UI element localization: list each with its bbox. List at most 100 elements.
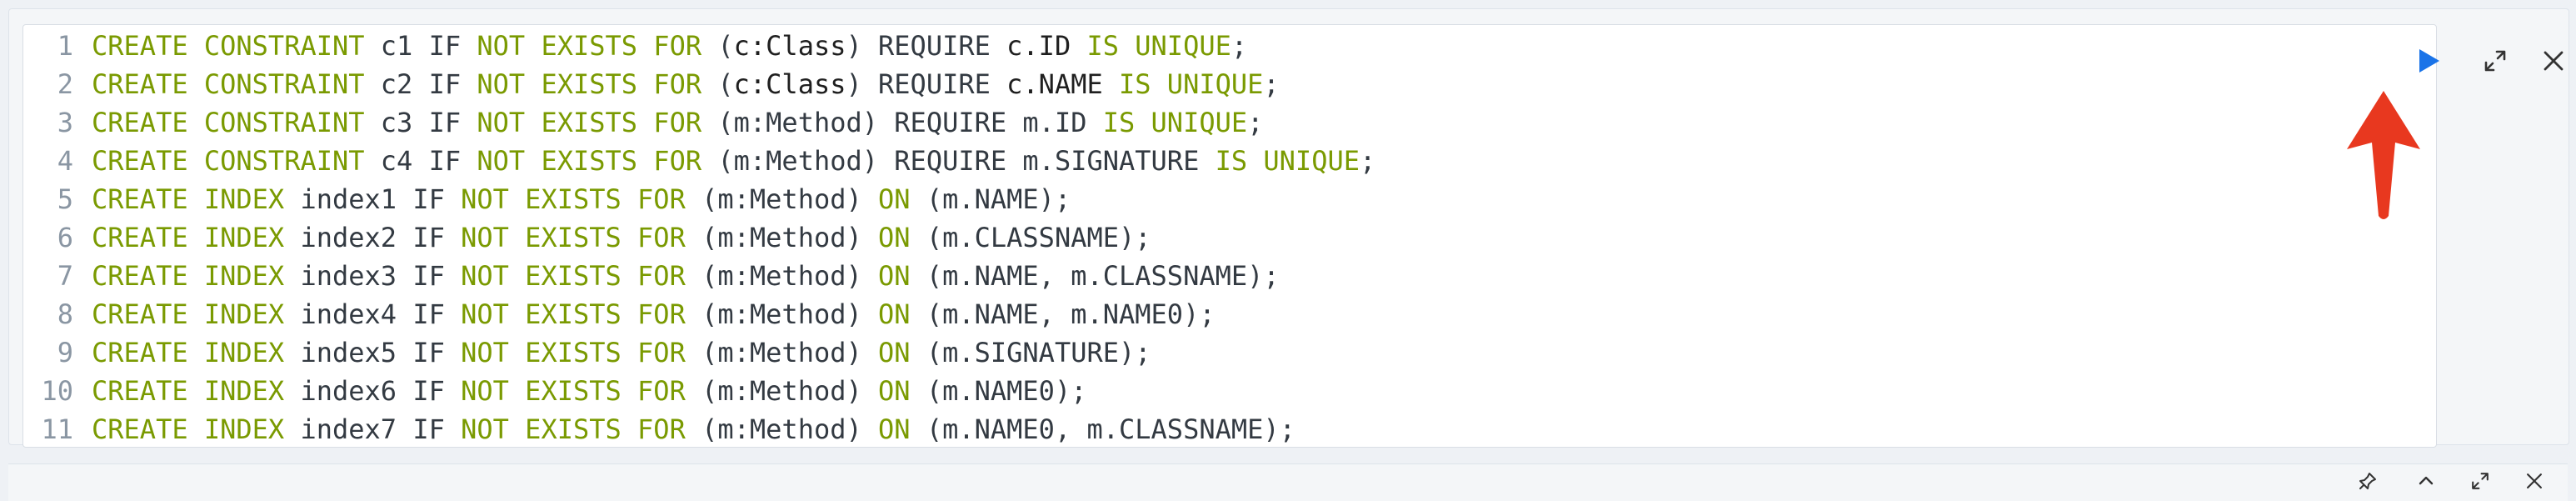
keyword-token: EXISTS — [525, 222, 622, 253]
code-line[interactable]: 7 CREATE INDEX index3 IF NOT EXISTS FOR (… — [23, 257, 1280, 295]
code-line[interactable]: 3 CREATE CONSTRAINT c3 IF NOT EXISTS FOR … — [23, 103, 1264, 142]
line-code: CREATE CONSTRAINT c1 IF NOT EXISTS FOR (… — [92, 27, 1247, 65]
code-line[interactable]: 11 CREATE INDEX index7 IF NOT EXISTS FOR … — [23, 410, 1295, 447]
keyword-token: EXISTS — [525, 260, 622, 292]
keyword-token: IS — [1102, 107, 1136, 138]
keyword-token: EXISTS — [541, 145, 638, 177]
code-line[interactable]: 2 CREATE CONSTRAINT c2 IF NOT EXISTS FOR … — [23, 65, 1280, 103]
code-line[interactable]: 8 CREATE INDEX index4 IF NOT EXISTS FOR (… — [23, 295, 1216, 333]
keyword-token: ON — [878, 260, 911, 292]
code-token: (m.NAME, m.CLASSNAME); — [910, 260, 1280, 292]
code-line[interactable]: 10 CREATE INDEX index6 IF NOT EXISTS FOR … — [23, 372, 1086, 410]
keyword-token: INDEX — [203, 260, 285, 292]
keyword-token: FOR — [637, 222, 686, 253]
code-line[interactable]: 5 CREATE INDEX index1 IF NOT EXISTS FOR (… — [23, 180, 1071, 218]
keyword-token: CREATE — [92, 375, 188, 407]
expand-result-button[interactable] — [2462, 464, 2499, 498]
keyword-token: ON — [878, 413, 911, 445]
line-number: 7 — [57, 260, 73, 292]
line-number: 9 — [57, 337, 73, 368]
expand-editor-button[interactable] — [2475, 41, 2515, 81]
code-token: ; — [1231, 30, 1248, 62]
close-editor-button[interactable] — [2534, 41, 2574, 81]
annotation-arrow-icon — [2347, 91, 2420, 219]
keyword-token: CONSTRAINT — [203, 30, 365, 62]
keyword-token: CREATE — [92, 222, 188, 253]
keyword-token: FOR — [653, 145, 702, 177]
keyword-token: EXISTS — [541, 30, 638, 62]
line-number: 11 — [41, 413, 73, 445]
keyword-token: FOR — [637, 298, 686, 330]
code-token: index5 IF — [284, 337, 462, 368]
expand-icon — [2472, 473, 2489, 489]
code-token: (m:Method) — [685, 337, 879, 368]
line-number: 10 — [41, 375, 73, 407]
keyword-token: FOR — [653, 30, 702, 62]
keyword-token: FOR — [637, 413, 686, 445]
keyword-token: CREATE — [92, 107, 188, 138]
code-editor[interactable]: 1 CREATE CONSTRAINT c1 IF NOT EXISTS FOR … — [22, 24, 2437, 448]
line-number: 3 — [57, 107, 73, 138]
code-token: ; — [1247, 107, 1264, 138]
keyword-token: INDEX — [203, 222, 285, 253]
code-token: (m:Method) — [685, 413, 879, 445]
code-token: ) REQUIRE — [846, 30, 1007, 62]
keyword-token: CREATE — [92, 260, 188, 292]
code-line[interactable]: 1 CREATE CONSTRAINT c1 IF NOT EXISTS FOR … — [23, 27, 1247, 65]
code-token: index4 IF — [284, 298, 462, 330]
keyword-token: INDEX — [203, 413, 285, 445]
code-token: (m:Method) — [685, 260, 879, 292]
keyword-token: UNIQUE — [1263, 145, 1360, 177]
code-token: (m:Method) — [685, 183, 879, 215]
keyword-token: UNIQUE — [1151, 107, 1248, 138]
code-token: ) REQUIRE — [846, 68, 1007, 100]
close-result-button[interactable] — [2516, 464, 2553, 498]
code-token: c:Class — [733, 30, 846, 62]
code-line[interactable]: 6 CREATE INDEX index2 IF NOT EXISTS FOR (… — [23, 218, 1151, 257]
run-query-button[interactable] — [2409, 41, 2449, 81]
code-token: ; — [1263, 68, 1280, 100]
keyword-token: CREATE — [92, 183, 188, 215]
pin-button[interactable] — [2349, 464, 2386, 498]
code-token: c3 IF — [364, 107, 477, 138]
code-token: ( — [701, 68, 734, 100]
code-token: c.ID — [1006, 30, 1071, 62]
code-token: c1 IF — [364, 30, 477, 62]
code-token: c4 IF — [364, 145, 477, 177]
keyword-token: INDEX — [203, 298, 285, 330]
keyword-token: NOT — [461, 337, 509, 368]
keyword-token: FOR — [637, 260, 686, 292]
code-token: (m:Method) — [685, 375, 879, 407]
keyword-token: NOT — [461, 183, 509, 215]
code-token: index7 IF — [284, 413, 462, 445]
collapse-button[interactable] — [2408, 464, 2444, 498]
code-token: (m:Method) REQUIRE m.SIGNATURE — [701, 145, 1216, 177]
code-line[interactable]: 4 CREATE CONSTRAINT c4 IF NOT EXISTS FOR … — [23, 142, 1376, 180]
keyword-token: CREATE — [92, 30, 188, 62]
keyword-token: CONSTRAINT — [203, 68, 365, 100]
expand-icon — [2484, 50, 2506, 72]
code-token: index1 IF — [284, 183, 462, 215]
keyword-token: NOT — [461, 413, 509, 445]
keyword-token: CREATE — [92, 298, 188, 330]
keyword-token: EXISTS — [525, 375, 622, 407]
code-line[interactable]: 9 CREATE INDEX index5 IF NOT EXISTS FOR (… — [23, 333, 1151, 372]
code-token: (m:Method) — [685, 222, 879, 253]
